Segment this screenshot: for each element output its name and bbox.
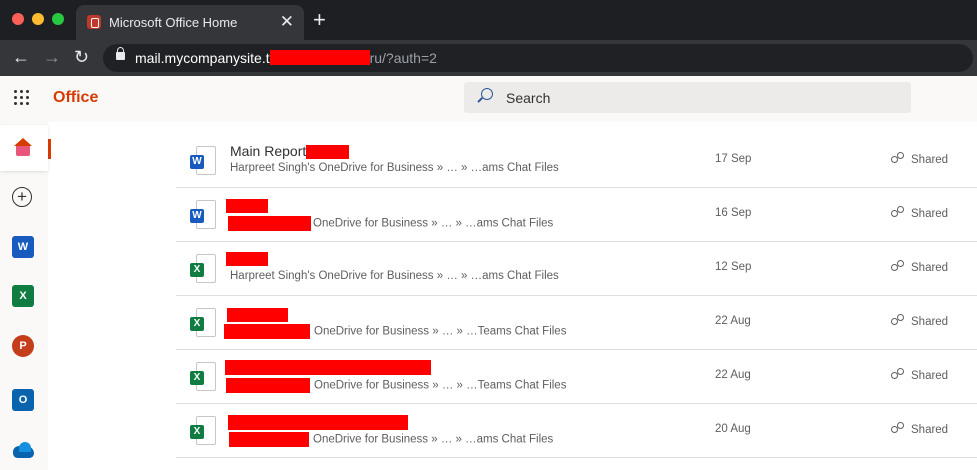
sharing-status: Shared [890,368,948,382]
file-name[interactable] [227,306,288,323]
minimize-window-button[interactable] [32,13,44,25]
url-text[interactable]: mail.mycompanysite.t ru/?auth=2 [135,50,437,66]
shared-people-icon [890,206,904,220]
forward-arrow-icon[interactable]: → [43,46,61,68]
sharing-status: Shared [890,422,948,436]
excel-icon: X [12,285,34,307]
browser-tab[interactable]: Microsoft Office Home ✕ [76,5,304,40]
file-date: 20 Aug [715,423,751,435]
rail-item-word[interactable]: W [0,224,48,270]
file-location: Harpreet Singh's OneDrive for Business »… [230,162,559,174]
shared-people-icon [890,422,904,436]
excel-file-icon: X [190,362,216,392]
office-header: Office Search [0,76,977,122]
create-icon: + [12,187,32,207]
redaction-block [226,378,310,393]
rail-item-home[interactable] [0,125,51,171]
shared-people-icon [890,152,904,166]
close-window-button[interactable] [12,13,24,25]
file-location: Harpreet Singh's OneDrive for Business »… [230,270,559,282]
left-app-rail: + W X P O [0,122,51,470]
tab-close-icon[interactable]: ✕ [280,12,294,32]
rail-item-powerpoint[interactable]: P [0,323,48,369]
tab-title: Microsoft Office Home [109,15,238,30]
sharing-status: Shared [890,314,948,328]
active-indicator [48,139,51,159]
file-row[interactable]: X OneDrive for Business » … » …Teams Cha… [176,296,977,350]
word-file-icon: W [190,146,216,176]
url-host: mail.mycompanysite.t [135,50,270,66]
rail-item-create[interactable]: + [0,175,48,221]
file-name[interactable] [226,250,268,267]
back-arrow-icon[interactable]: ← [12,46,30,68]
redaction-block [224,324,310,339]
file-location: OneDrive for Business » … » …ams Chat Fi… [229,432,553,447]
powerpoint-icon: P [12,335,34,357]
redaction-block [306,145,350,160]
url-path: ru/?auth=2 [369,50,437,66]
lock-icon [116,47,125,60]
maximize-window-button[interactable] [52,13,64,25]
title-bar: Microsoft Office Home ✕ + [0,0,977,40]
file-row[interactable]: W Main Report Harpreet Singh's OneDrive … [176,134,977,188]
file-row[interactable]: X OneDrive for Business » … » …ams Chat … [176,404,977,458]
redaction-block [269,50,370,65]
home-icon [12,137,34,159]
browser-window: Microsoft Office Home ✕ + ← → ↻ mail.myc… [0,0,977,470]
word-icon: W [12,236,34,258]
file-location: OneDrive for Business » … » …Teams Chat … [226,378,566,393]
redaction-block [226,252,268,267]
file-date: 22 Aug [715,369,751,381]
file-name[interactable] [225,358,431,375]
reload-icon[interactable]: ↻ [74,46,89,68]
redaction-block [227,308,288,323]
rail-item-outlook[interactable]: O [0,377,48,423]
excel-file-icon: X [190,254,216,284]
file-date: 22 Aug [715,315,751,327]
search-icon [481,88,493,100]
redaction-block [226,199,268,214]
address-bar[interactable]: mail.mycompanysite.t ru/?auth=2 [103,44,973,72]
outlook-icon: O [12,389,34,411]
file-row[interactable]: X Harpreet Singh's OneDrive for Business… [176,242,977,296]
sharing-status: Shared [890,260,948,274]
browser-toolbar: ← → ↻ mail.mycompanysite.t ru/?auth=2 [0,40,977,76]
rail-item-excel[interactable]: X [0,273,48,319]
new-tab-button[interactable]: + [313,8,326,32]
redaction-block [229,432,309,447]
onedrive-icon [12,439,34,461]
rail-item-onedrive[interactable] [0,427,48,470]
office-favicon-icon [87,15,101,29]
office-brand-link[interactable]: Office [53,89,98,107]
file-date: 12 Sep [715,261,752,273]
redaction-block [228,216,311,231]
excel-file-icon: X [190,308,216,338]
search-box[interactable]: Search [464,82,911,113]
search-placeholder: Search [506,90,551,106]
file-date: 16 Sep [715,207,752,219]
file-name[interactable]: Main Report [230,143,350,160]
word-file-icon: W [190,200,216,230]
file-name[interactable] [228,413,408,430]
shared-people-icon [890,368,904,382]
app-launcher-icon[interactable] [14,90,30,106]
file-row[interactable]: W OneDrive for Business » … » …ams Chat … [176,188,977,242]
sharing-status: Shared [890,206,948,220]
file-date: 17 Sep [715,153,752,165]
file-row[interactable]: X OneDrive for Business » … » …Teams Cha… [176,350,977,404]
excel-file-icon: X [190,416,216,446]
file-location: OneDrive for Business » … » …Teams Chat … [224,324,566,339]
sharing-status: Shared [890,152,948,166]
shared-people-icon [890,260,904,274]
file-location: OneDrive for Business » … » …ams Chat Fi… [228,216,553,231]
redaction-block [228,414,408,430]
file-name[interactable] [226,197,268,214]
redaction-block [225,359,431,375]
shared-people-icon [890,314,904,328]
